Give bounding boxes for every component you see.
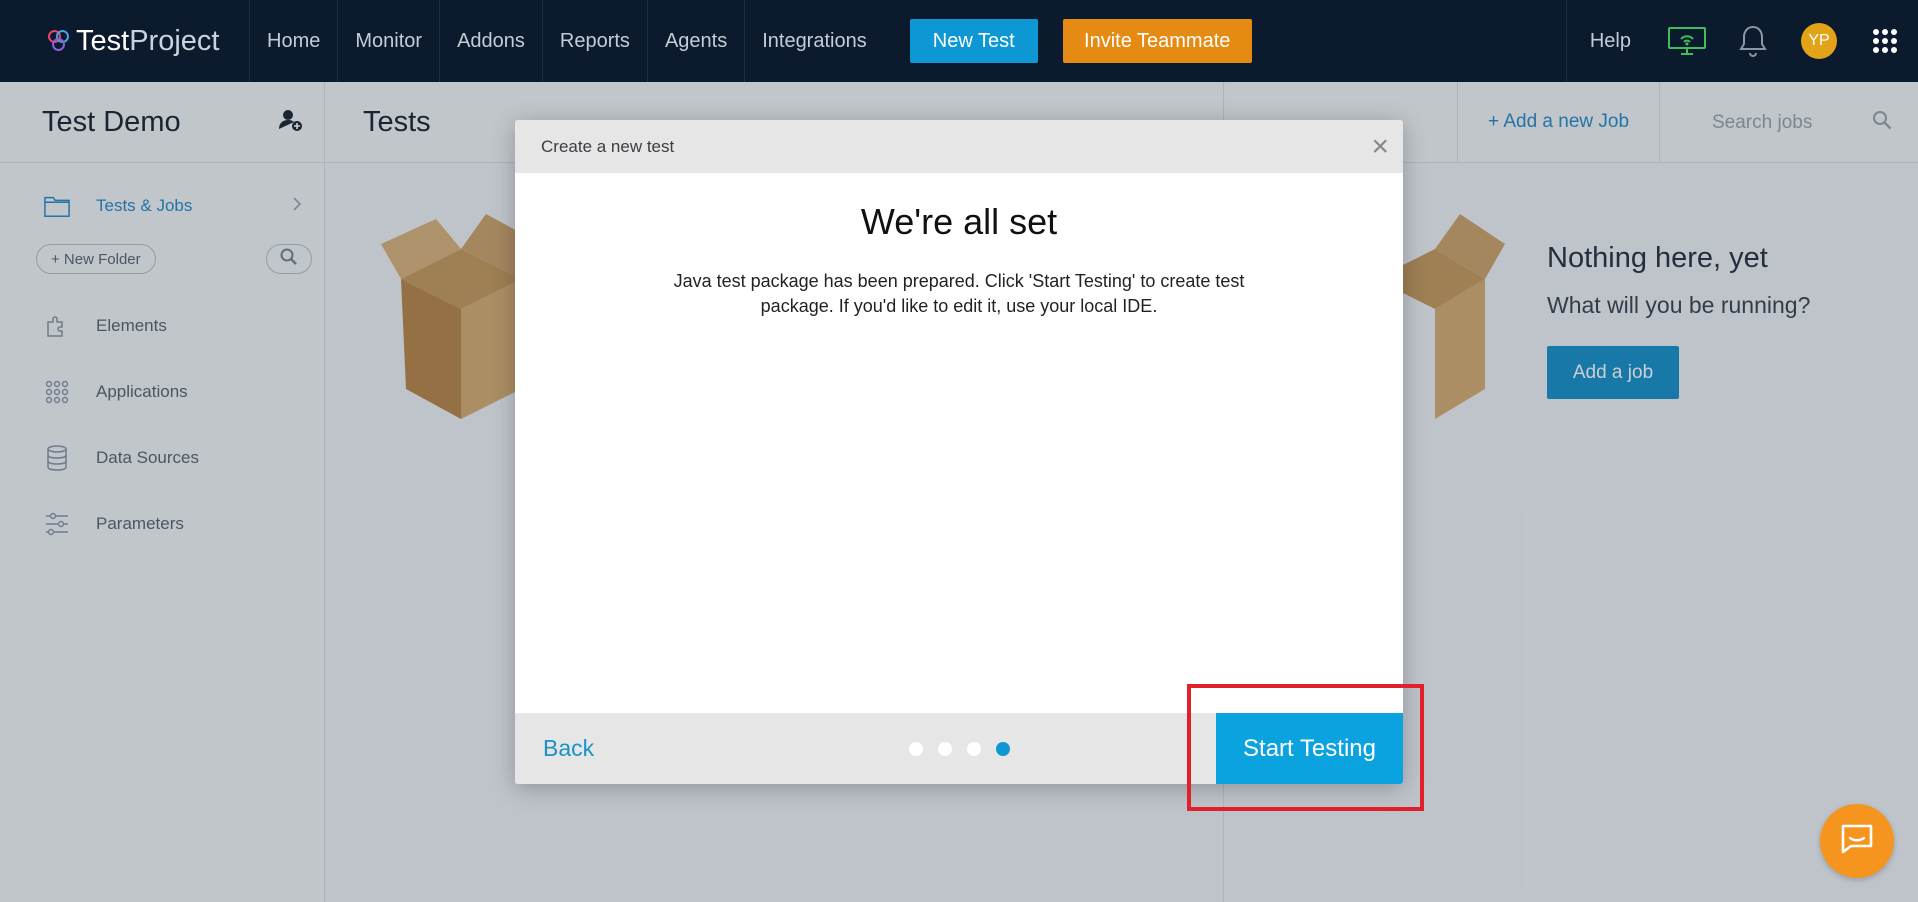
annotation-highlight-box xyxy=(1187,684,1424,811)
top-nav: Test Project Home Monitor Addons Reports … xyxy=(0,0,1918,82)
modal-title: We're all set xyxy=(860,201,1058,242)
apps-grid-icon[interactable] xyxy=(1852,0,1918,82)
step-indicator xyxy=(909,742,1025,756)
nav-home[interactable]: Home xyxy=(250,0,339,82)
step-dot[interactable] xyxy=(967,742,981,756)
brand-name-part1: Test xyxy=(76,24,130,57)
back-button[interactable]: Back xyxy=(515,735,815,762)
nav-monitor[interactable]: Monitor xyxy=(338,0,441,82)
testproject-logo-icon xyxy=(48,30,70,52)
chat-bubble-icon xyxy=(1840,824,1874,859)
new-test-button[interactable]: New Test xyxy=(909,19,1038,63)
user-avatar[interactable]: YP xyxy=(1786,0,1852,82)
brand-logo[interactable]: Test Project xyxy=(0,0,250,82)
step-dot[interactable] xyxy=(938,742,952,756)
nav-integrations[interactable]: Integrations xyxy=(745,0,884,82)
modal-message: Java test package has been prepared. Cli… xyxy=(673,271,1245,316)
brand-name-part2: Project xyxy=(129,24,220,57)
modal-header-title: Create a new test xyxy=(541,136,675,156)
help-link[interactable]: Help xyxy=(1565,0,1654,82)
avatar-initials: YP xyxy=(1801,23,1837,59)
nav-addons[interactable]: Addons xyxy=(440,0,543,82)
agent-status-icon[interactable] xyxy=(1654,0,1720,82)
notifications-bell-icon[interactable] xyxy=(1720,0,1786,82)
nav-agents[interactable]: Agents xyxy=(648,0,746,82)
step-dot-active[interactable] xyxy=(996,742,1010,756)
nav-reports[interactable]: Reports xyxy=(543,0,648,82)
close-icon[interactable]: × xyxy=(1371,131,1389,162)
invite-teammate-button[interactable]: Invite Teammate xyxy=(1062,19,1252,63)
chat-support-button[interactable] xyxy=(1820,804,1894,878)
step-dot[interactable] xyxy=(909,742,923,756)
